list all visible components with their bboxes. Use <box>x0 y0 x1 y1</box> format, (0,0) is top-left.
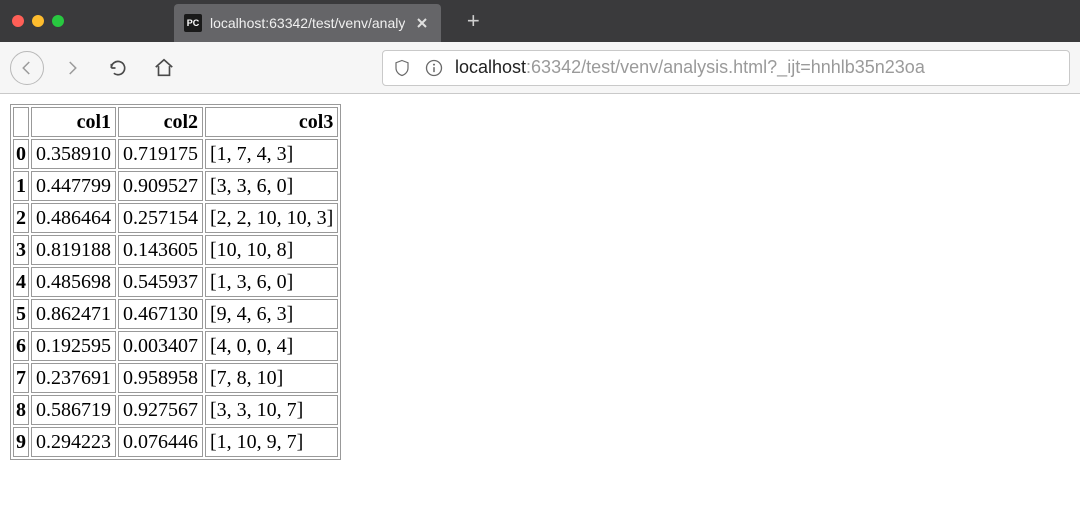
cell-col1: 0.862471 <box>31 299 116 329</box>
row-index: 9 <box>13 427 29 457</box>
info-icon <box>424 58 444 78</box>
table-row: 30.8191880.143605[10, 10, 8] <box>13 235 338 265</box>
cell-col3: [3, 3, 6, 0] <box>205 171 338 201</box>
cell-col1: 0.237691 <box>31 363 116 393</box>
address-bar[interactable]: localhost:63342/test/venv/analysis.html?… <box>382 50 1070 86</box>
cell-col3: [3, 3, 10, 7] <box>205 395 338 425</box>
tracking-protection-icon[interactable] <box>391 57 413 79</box>
table-row: 90.2942230.076446[1, 10, 9, 7] <box>13 427 338 457</box>
tab-close-button[interactable] <box>413 14 431 32</box>
table-row: 60.1925950.003407[4, 0, 0, 4] <box>13 331 338 361</box>
url-host: localhost <box>455 57 526 77</box>
row-index: 1 <box>13 171 29 201</box>
row-index: 6 <box>13 331 29 361</box>
browser-tab[interactable]: PC localhost:63342/test/venv/analy <box>174 4 441 42</box>
new-tab-button[interactable]: + <box>459 7 487 35</box>
cell-col2: 0.545937 <box>118 267 203 297</box>
window-close-button[interactable] <box>12 15 24 27</box>
tab-favicon: PC <box>184 14 202 32</box>
cell-col1: 0.485698 <box>31 267 116 297</box>
home-button[interactable] <box>146 50 182 86</box>
table-row: 00.3589100.719175[1, 7, 4, 3] <box>13 139 338 169</box>
row-index: 0 <box>13 139 29 169</box>
cell-col3: [10, 10, 8] <box>205 235 338 265</box>
column-header: col3 <box>205 107 338 137</box>
browser-toolbar: localhost:63342/test/venv/analysis.html?… <box>0 42 1080 94</box>
close-icon <box>416 17 428 29</box>
cell-col2: 0.076446 <box>118 427 203 457</box>
url-path: :63342/test/venv/analysis.html?_ijt=hnhl… <box>526 57 925 77</box>
arrow-right-icon <box>63 59 81 77</box>
column-header: col2 <box>118 107 203 137</box>
window-minimize-button[interactable] <box>32 15 44 27</box>
cell-col3: [1, 3, 6, 0] <box>205 267 338 297</box>
index-header <box>13 107 29 137</box>
arrow-left-icon <box>18 59 36 77</box>
cell-col2: 0.927567 <box>118 395 203 425</box>
table-row: 70.2376910.958958[7, 8, 10] <box>13 363 338 393</box>
window-controls <box>12 15 64 27</box>
cell-col1: 0.447799 <box>31 171 116 201</box>
page-content: col1 col2 col3 00.3589100.719175[1, 7, 4… <box>0 94 1080 470</box>
cell-col3: [4, 0, 0, 4] <box>205 331 338 361</box>
back-button[interactable] <box>10 51 44 85</box>
cell-col3: [2, 2, 10, 10, 3] <box>205 203 338 233</box>
row-index: 3 <box>13 235 29 265</box>
cell-col2: 0.257154 <box>118 203 203 233</box>
table-header-row: col1 col2 col3 <box>13 107 338 137</box>
cell-col1: 0.819188 <box>31 235 116 265</box>
cell-col2: 0.467130 <box>118 299 203 329</box>
cell-col2: 0.909527 <box>118 171 203 201</box>
cell-col3: [1, 7, 4, 3] <box>205 139 338 169</box>
url-text: localhost:63342/test/venv/analysis.html?… <box>455 57 925 78</box>
site-info-button[interactable] <box>423 57 445 79</box>
row-index: 8 <box>13 395 29 425</box>
reload-icon <box>108 58 128 78</box>
cell-col1: 0.586719 <box>31 395 116 425</box>
window-titlebar: PC localhost:63342/test/venv/analy + <box>0 0 1080 42</box>
table-row: 50.8624710.467130[9, 4, 6, 3] <box>13 299 338 329</box>
window-zoom-button[interactable] <box>52 15 64 27</box>
table-row: 10.4477990.909527[3, 3, 6, 0] <box>13 171 338 201</box>
row-index: 5 <box>13 299 29 329</box>
row-index: 2 <box>13 203 29 233</box>
cell-col2: 0.719175 <box>118 139 203 169</box>
column-header: col1 <box>31 107 116 137</box>
dataframe-table: col1 col2 col3 00.3589100.719175[1, 7, 4… <box>10 104 341 460</box>
cell-col2: 0.143605 <box>118 235 203 265</box>
table-row: 80.5867190.927567[3, 3, 10, 7] <box>13 395 338 425</box>
cell-col1: 0.486464 <box>31 203 116 233</box>
table-row: 20.4864640.257154[2, 2, 10, 10, 3] <box>13 203 338 233</box>
cell-col1: 0.294223 <box>31 427 116 457</box>
cell-col2: 0.003407 <box>118 331 203 361</box>
cell-col3: [9, 4, 6, 3] <box>205 299 338 329</box>
row-index: 7 <box>13 363 29 393</box>
cell-col1: 0.192595 <box>31 331 116 361</box>
shield-icon <box>393 58 411 78</box>
cell-col2: 0.958958 <box>118 363 203 393</box>
forward-button[interactable] <box>54 50 90 86</box>
reload-button[interactable] <box>100 50 136 86</box>
cell-col1: 0.358910 <box>31 139 116 169</box>
table-row: 40.4856980.545937[1, 3, 6, 0] <box>13 267 338 297</box>
home-icon <box>153 57 175 79</box>
tab-title: localhost:63342/test/venv/analy <box>210 15 405 31</box>
cell-col3: [7, 8, 10] <box>205 363 338 393</box>
row-index: 4 <box>13 267 29 297</box>
cell-col3: [1, 10, 9, 7] <box>205 427 338 457</box>
